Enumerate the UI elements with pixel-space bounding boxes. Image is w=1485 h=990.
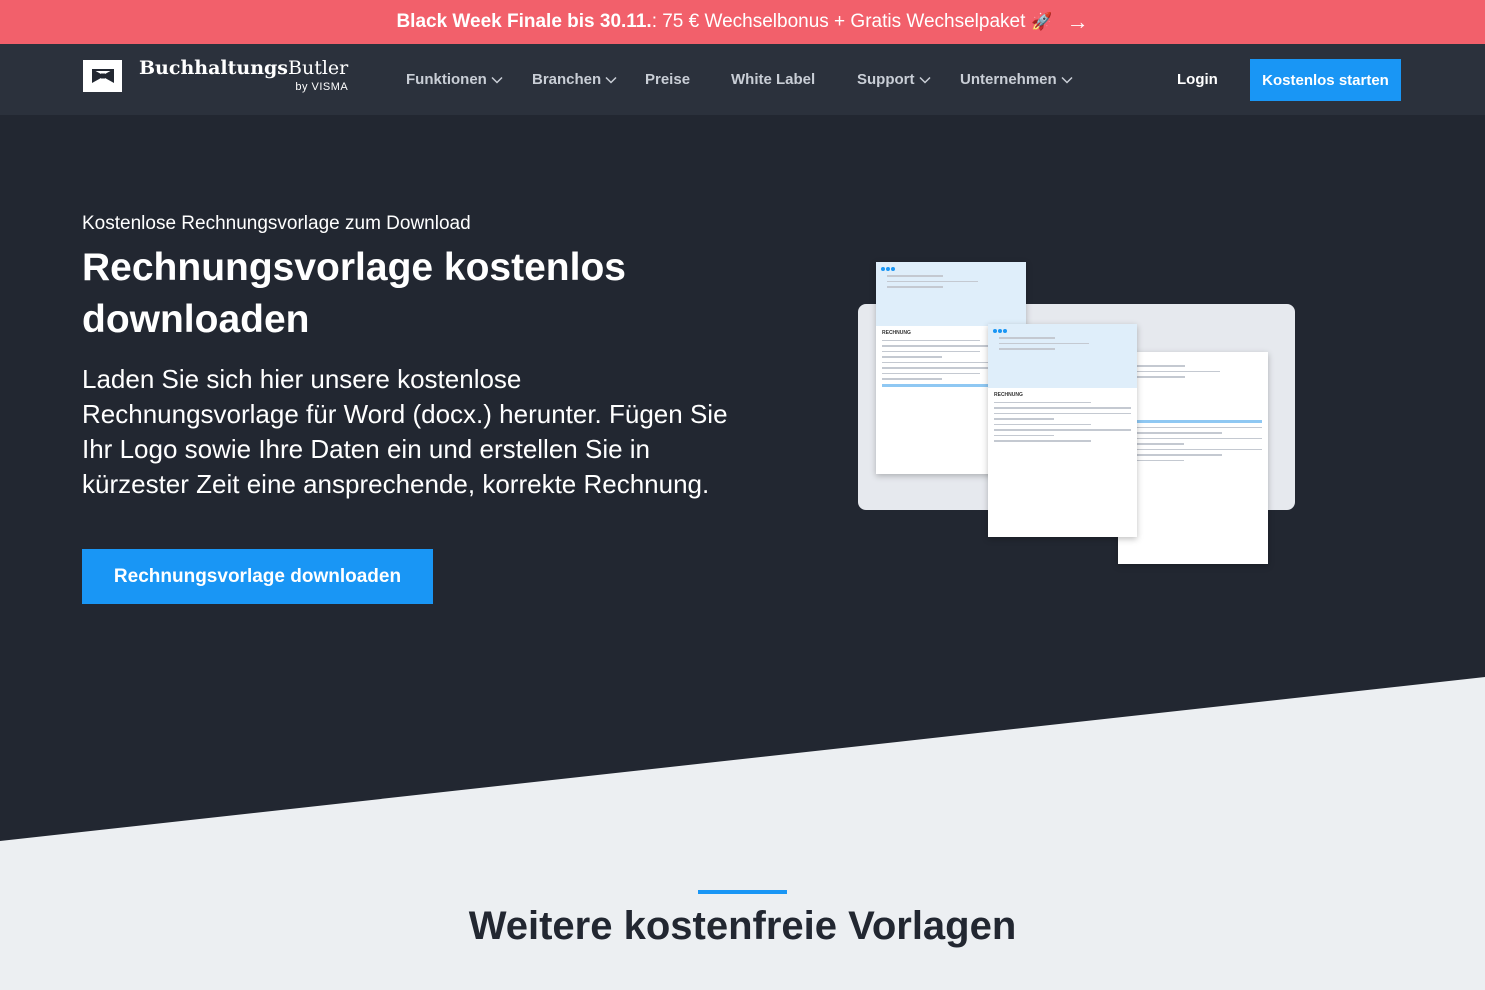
chevron-down-icon [491,76,503,84]
brand-name-bold: Buchhaltungs [139,57,288,79]
invoice-preview-title: RECHNUNG [994,391,1023,398]
start-free-button[interactable]: Kostenlos starten [1250,59,1401,101]
nav-item-unternehmen[interactable]: Unternehmen [960,71,1073,88]
hero-section: Kostenlose Rechnungsvorlage zum Download… [0,115,1485,841]
arrow-right-icon[interactable]: → [1067,9,1089,35]
login-link[interactable]: Login [1177,71,1218,88]
rocket-icon: 🚀 [1031,12,1053,31]
download-template-button[interactable]: Rechnungsvorlage downloaden [82,549,433,604]
chevron-down-icon [1061,76,1073,84]
invoice-preview-2: RECHNUNG [988,324,1137,537]
nav-item-funktionen[interactable]: Funktionen [406,71,503,88]
brand-name-regular: Butler [288,57,349,79]
main-navigation: BuchhaltungsButler by VISMA Funktionen B… [0,44,1485,115]
invoice-preview-3 [1118,352,1268,564]
section-title: Weitere kostenfreie Vorlagen [468,904,1017,948]
nav-item-label: Branchen [532,71,602,88]
hero-eyebrow: Kostenlose Rechnungsvorlage zum Download [82,213,471,234]
section-divider [698,890,787,894]
brand-wordmark: BuchhaltungsButler by VISMA [139,57,349,94]
nav-item-branchen[interactable]: Branchen [532,71,617,88]
nav-item-label: Funktionen [406,71,487,88]
promo-highlight: Black Week Finale bis 30.11. [396,11,652,32]
brand-logo[interactable]: BuchhaltungsButler by VISMA [83,58,348,93]
nav-item-label: Support [857,71,915,88]
nav-item-preise[interactable]: Preise [645,71,690,88]
promo-banner[interactable]: Black Week Finale bis 30.11. : 75 € Wech… [0,0,1485,44]
hero-description: Laden Sie sich hier unsere kostenlose Re… [82,364,728,499]
chevron-down-icon [918,76,931,84]
page-title: Rechnungsvorlage kostenlos downloaden [82,246,626,341]
chevron-down-icon [605,76,617,84]
promo-text: : 75 € Wechselbonus + Gratis Wechselpake… [651,11,1026,32]
nav-item-support[interactable]: Support [857,71,931,88]
nav-item-white-label[interactable]: White Label [731,71,815,88]
bowtie-icon [83,59,122,92]
nav-item-label: Preise [645,71,691,88]
nav-item-label: White Label [731,71,816,88]
nav-item-label: Unternehmen [960,71,1057,88]
brand-subtitle: by VISMA [295,81,349,93]
